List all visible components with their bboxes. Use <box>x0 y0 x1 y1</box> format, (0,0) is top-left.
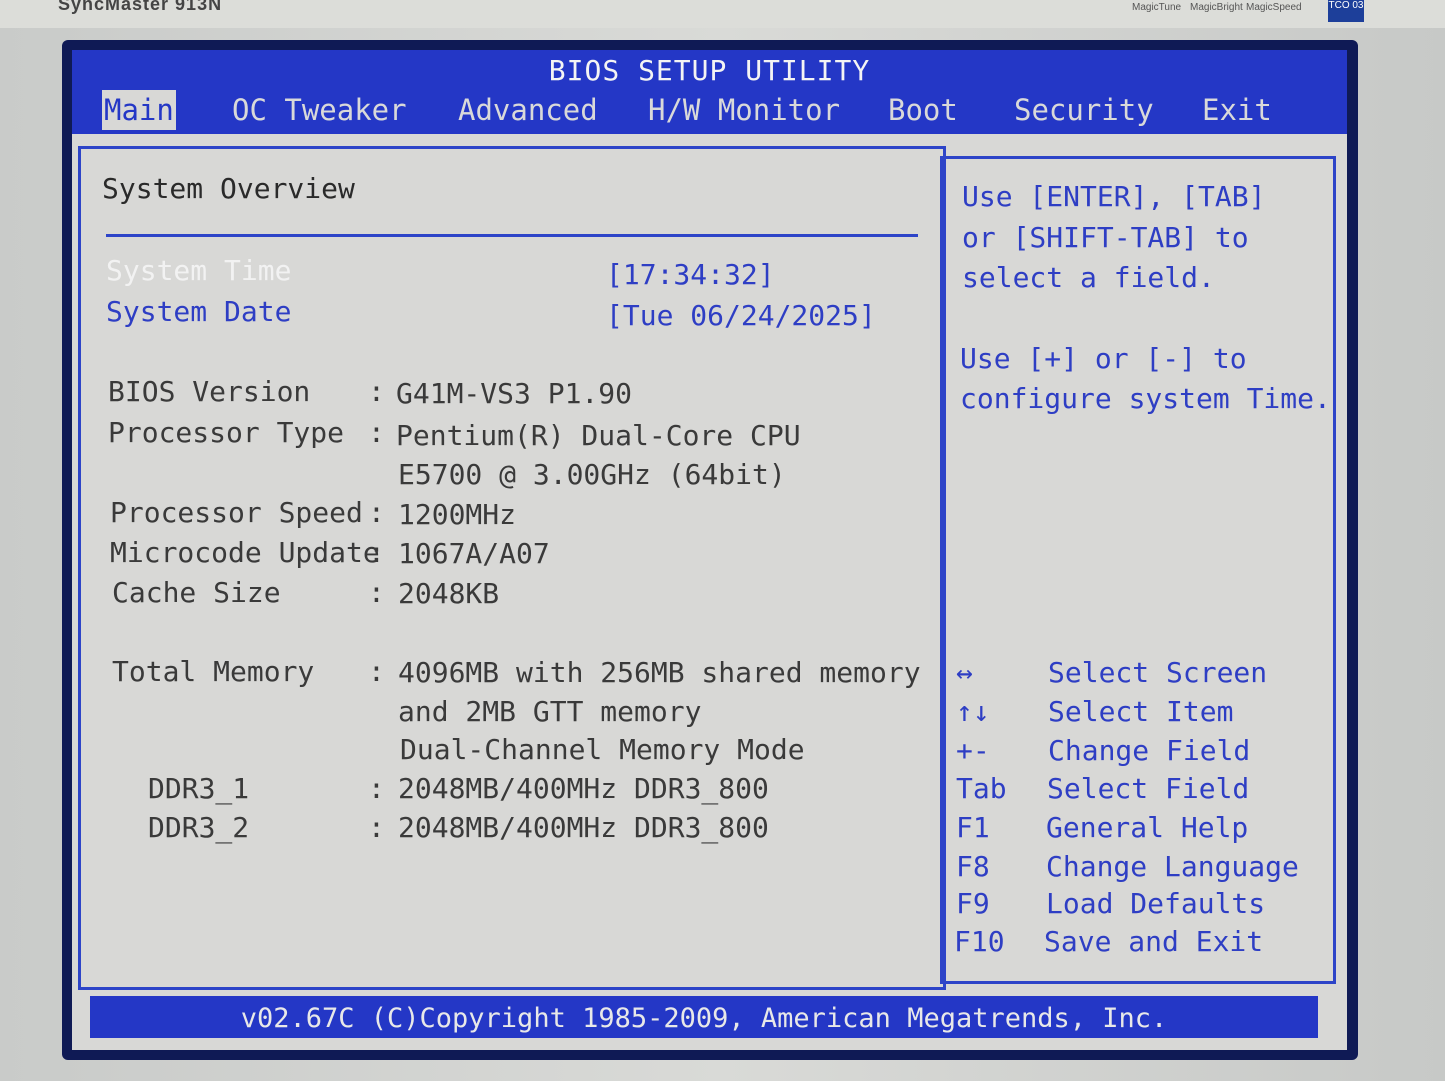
overview-divider <box>106 234 918 237</box>
system-date-label[interactable]: System Date <box>106 295 291 328</box>
processor-type-label: Processor Type <box>108 416 345 449</box>
menu-hw-monitor[interactable]: H/W Monitor <box>648 90 840 130</box>
monitor-frame: SyncMaster 913N MagicTune MagicBright Ma… <box>0 0 1445 1081</box>
help-line: Use [ENTER], [TAB] <box>962 180 1266 213</box>
key-f1: F1 <box>956 811 990 844</box>
key-tab: Tab <box>956 772 1007 805</box>
menu-security[interactable]: Security <box>1014 90 1154 130</box>
menu-main[interactable]: Main <box>102 90 176 130</box>
help-line: Use [+] or [-] to <box>960 342 1247 375</box>
key-action: Change Language <box>1046 850 1299 883</box>
memory-mode-value: Dual-Channel Memory Mode <box>400 733 805 766</box>
processor-speed-label: Processor Speed <box>110 496 363 529</box>
key-f8: F8 <box>956 850 990 883</box>
key-f10: F10 <box>954 925 1005 958</box>
info-separator: : <box>368 536 385 569</box>
key-f9: F9 <box>956 887 990 920</box>
magictune-badge: MagicTune <box>1132 2 1182 13</box>
ddr3-2-label: DDR3_2 <box>148 811 250 844</box>
menu-oc-tweaker[interactable]: OC Tweaker <box>232 90 407 130</box>
processor-speed-value: 1200MHz <box>398 498 517 531</box>
bios-title: BIOS SETUP UTILITY <box>548 54 871 87</box>
processor-type-value: Pentium(R) Dual-Core CPU <box>396 419 801 452</box>
info-separator: : <box>368 655 385 688</box>
ddr3-2-value: 2048MB/400MHz DDR3_800 <box>398 811 769 844</box>
cache-size-value: 2048KB <box>398 577 500 610</box>
overview-title: System Overview <box>102 172 355 205</box>
help-line: configure system Time. <box>960 382 1331 415</box>
microcode-update-value: 1067A/A07 <box>398 537 550 570</box>
key-action: Select Field <box>1047 772 1250 805</box>
bios-footer: v02.67C (C)Copyright 1985-2009, American… <box>90 996 1318 1038</box>
processor-type-value-cont: E5700 @ 3.00GHz (64bit) <box>398 458 786 491</box>
key-action: General Help <box>1046 811 1249 844</box>
monitor-bezel: SyncMaster 913N MagicTune MagicBright Ma… <box>0 0 1445 28</box>
info-separator: : <box>368 496 385 529</box>
total-memory-value: 4096MB with 256MB shared memory <box>398 656 921 689</box>
key-plus-minus: +- <box>956 734 990 767</box>
bios-screen: BIOS SETUP UTILITY Main OC Tweaker Advan… <box>72 50 1347 1050</box>
system-time-value[interactable]: [17:34:32] <box>606 258 775 291</box>
key-action: Load Defaults <box>1046 887 1266 920</box>
system-date-value[interactable]: [Tue 06/24/2025] <box>606 299 876 332</box>
bios-title-bar: BIOS SETUP UTILITY <box>72 50 1347 88</box>
copyright-text: v02.67C (C)Copyright 1985-2009, American… <box>240 1003 1168 1034</box>
magicspeed-badge: MagicSpeed <box>1246 2 1302 13</box>
info-separator: : <box>368 811 385 844</box>
ddr3-1-value: 2048MB/400MHz DDR3_800 <box>398 772 769 805</box>
up-down-arrow-icon: ↑↓ <box>956 695 990 728</box>
menu-advanced[interactable]: Advanced <box>458 90 598 130</box>
info-separator: : <box>368 416 385 449</box>
info-separator: : <box>368 772 385 805</box>
bios-version-label: BIOS Version <box>108 375 311 408</box>
info-separator: : <box>368 375 385 408</box>
magicbright-badge: MagicBright <box>1190 2 1243 13</box>
menu-exit[interactable]: Exit <box>1202 90 1272 130</box>
help-line: or [SHIFT-TAB] to <box>962 221 1249 254</box>
left-right-arrow-icon: ↔ <box>956 656 973 689</box>
total-memory-value-cont: and 2MB GTT memory <box>398 695 702 728</box>
menu-boot[interactable]: Boot <box>888 90 958 130</box>
microcode-update-label: Microcode Update <box>110 536 380 569</box>
cache-size-label: Cache Size <box>112 576 281 609</box>
bios-version-value: G41M-VS3 P1.90 <box>396 377 633 410</box>
key-action: Save and Exit <box>1044 925 1264 958</box>
ddr3-1-label: DDR3_1 <box>148 772 250 805</box>
key-action: Select Item <box>1048 695 1234 728</box>
help-line: select a field. <box>962 261 1215 294</box>
tco-badge: TCO 03 <box>1328 0 1364 22</box>
key-action: Select Screen <box>1048 656 1268 689</box>
bios-menu-bar: Main OC Tweaker Advanced H/W Monitor Boo… <box>72 86 1347 134</box>
monitor-model-label: SyncMaster 913N <box>58 0 223 14</box>
key-action: Change Field <box>1048 734 1251 767</box>
info-separator: : <box>368 576 385 609</box>
total-memory-label: Total Memory <box>112 655 315 688</box>
system-time-label[interactable]: System Time <box>106 254 291 287</box>
